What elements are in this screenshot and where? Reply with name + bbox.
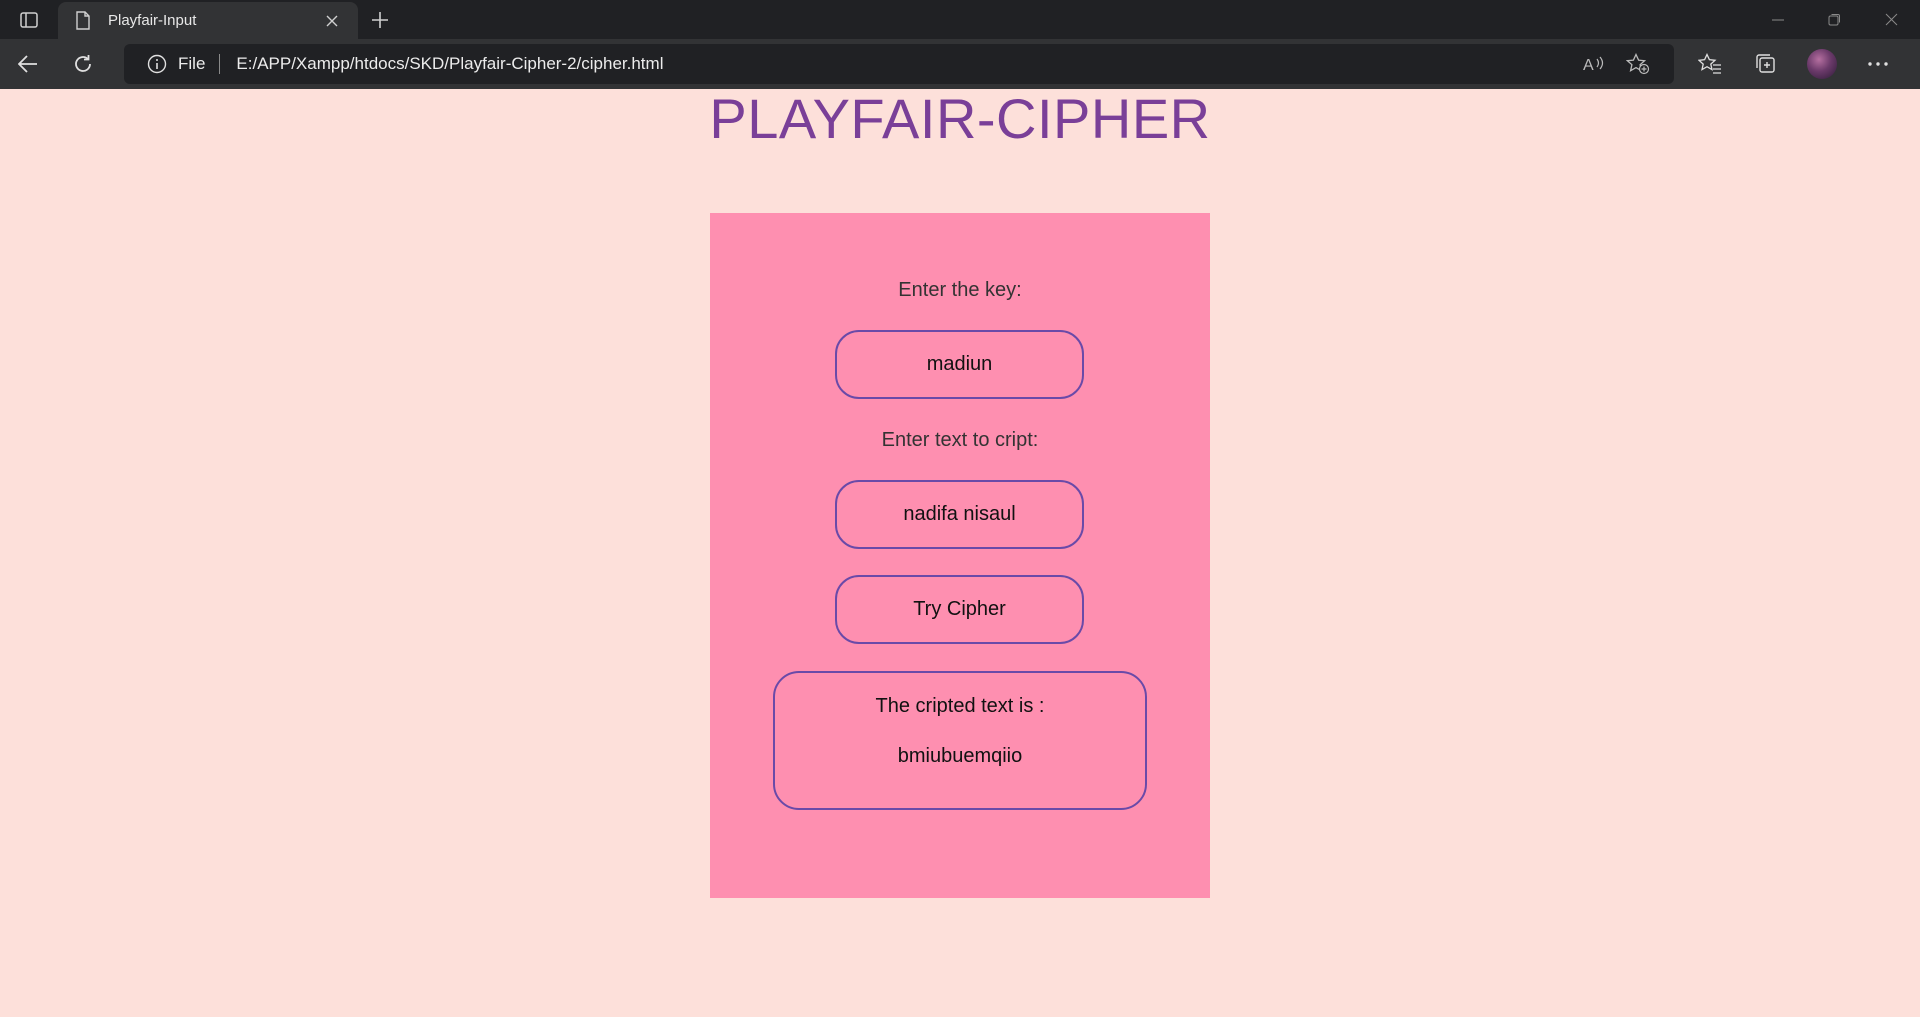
collections-icon[interactable] bbox=[1738, 39, 1794, 89]
add-favorite-icon[interactable] bbox=[1616, 46, 1660, 82]
browser-tab[interactable]: Playfair-Input bbox=[58, 2, 358, 39]
result-label: The cripted text is : bbox=[875, 695, 1045, 717]
result-box: The cripted text is : bmiubuemqiio bbox=[773, 671, 1147, 810]
window-controls bbox=[1749, 0, 1920, 39]
restore-icon[interactable] bbox=[1806, 0, 1863, 39]
close-tab-icon[interactable] bbox=[320, 9, 344, 33]
tab-title: Playfair-Input bbox=[108, 12, 197, 29]
page-title: PLAYFAIR-CIPHER bbox=[709, 87, 1211, 150]
cipher-form-card: Enter the key: madiun Enter text to crip… bbox=[710, 213, 1210, 898]
read-aloud-icon[interactable]: A bbox=[1572, 46, 1616, 82]
address-bar[interactable]: File E:/APP/Xampp/htdocs/SKD/Playfair-Ci… bbox=[124, 44, 1674, 84]
back-icon[interactable] bbox=[0, 39, 55, 89]
key-input[interactable]: madiun bbox=[835, 330, 1084, 399]
info-icon[interactable] bbox=[146, 53, 168, 75]
avatar bbox=[1807, 49, 1837, 79]
svg-text:A: A bbox=[1583, 57, 1594, 73]
tab-bar: Playfair-Input bbox=[0, 0, 1920, 39]
plaintext-input[interactable]: nadifa nisaul bbox=[835, 480, 1084, 549]
tab-actions-icon[interactable] bbox=[0, 0, 58, 39]
result-value: bmiubuemqiio bbox=[897, 745, 1023, 767]
new-tab-icon[interactable] bbox=[358, 0, 402, 39]
page-icon bbox=[72, 10, 94, 32]
text-label: Enter text to cript: bbox=[881, 429, 1039, 451]
minimize-icon[interactable] bbox=[1749, 0, 1806, 39]
url-text[interactable]: E:/APP/Xampp/htdocs/SKD/Playfair-Cipher-… bbox=[236, 54, 1572, 74]
close-window-icon[interactable] bbox=[1863, 0, 1920, 39]
site-info-label: File bbox=[178, 54, 206, 73]
key-label: Enter the key: bbox=[898, 279, 1022, 301]
profile-button[interactable] bbox=[1794, 39, 1850, 89]
web-page: PLAYFAIR-CIPHER Enter the key: madiun En… bbox=[0, 89, 1920, 1017]
favorites-icon[interactable] bbox=[1682, 39, 1738, 89]
separator bbox=[219, 54, 221, 74]
refresh-icon[interactable] bbox=[55, 39, 110, 89]
browser-toolbar: File E:/APP/Xampp/htdocs/SKD/Playfair-Ci… bbox=[0, 39, 1920, 89]
toolbar-actions bbox=[1682, 39, 1906, 89]
more-options-icon[interactable] bbox=[1850, 39, 1906, 89]
try-cipher-button[interactable]: Try Cipher bbox=[835, 575, 1084, 644]
